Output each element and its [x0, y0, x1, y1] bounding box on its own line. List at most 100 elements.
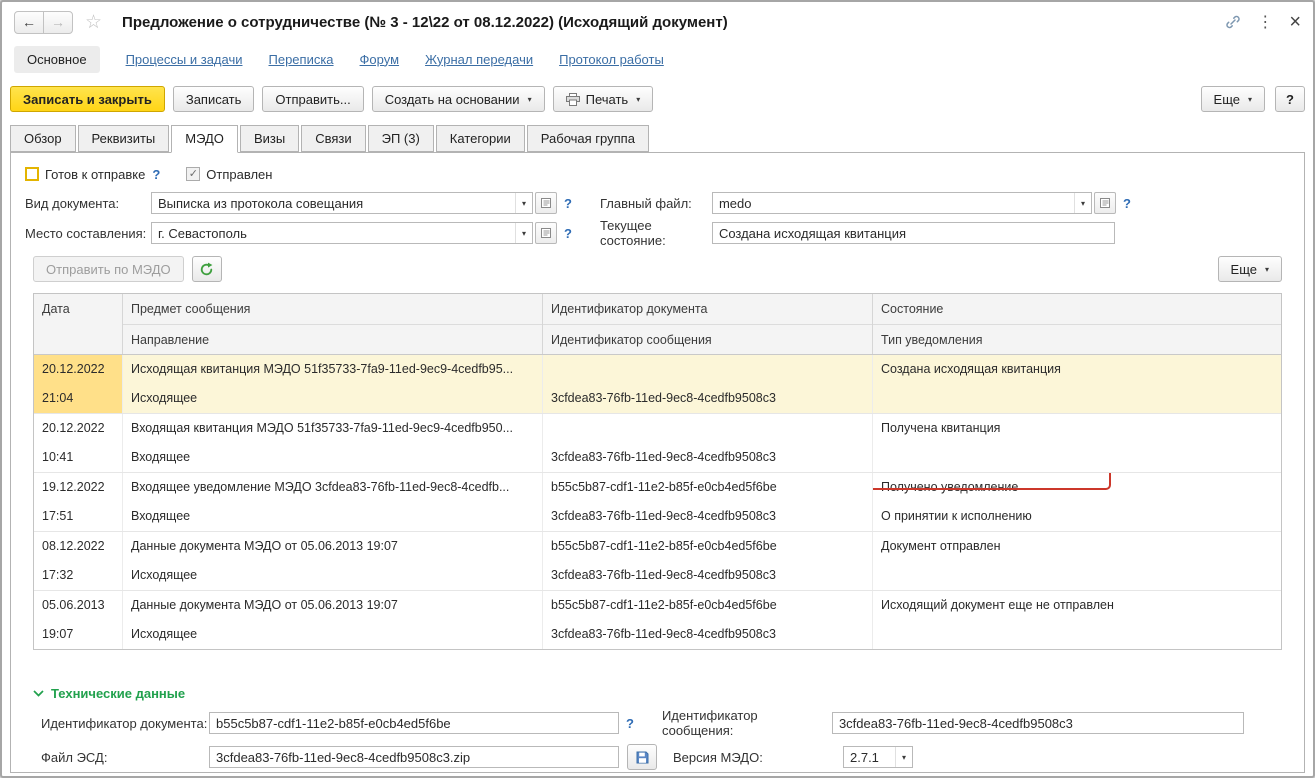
message-row[interactable]: 08.12.2022 17:32 Данные документа МЭДО о…: [34, 532, 1281, 591]
cell-state-value: Исходящий документ еще не отправлен: [881, 598, 1114, 612]
ready-to-send-checkbox[interactable]: [25, 167, 39, 181]
header-state[interactable]: Состояние Тип уведомления: [872, 294, 1281, 354]
cell-date[interactable]: 20.12.2022 10:41: [34, 414, 122, 472]
nav-link-transfer-log[interactable]: Журнал передачи: [425, 52, 533, 67]
medo-version-label: Версия МЭДО:: [673, 749, 763, 765]
ready-to-send-help[interactable]: ?: [152, 167, 160, 182]
cell-identifiers[interactable]: b55c5b87-cdf1-11e2-b85f-e0cb4ed5f6be 3cf…: [542, 591, 872, 649]
table-more-button[interactable]: Еще ▾: [1217, 256, 1282, 282]
chevron-down-icon[interactable]: ▾: [1073, 193, 1091, 213]
cell-date[interactable]: 05.06.2013 19:07: [34, 591, 122, 649]
tab-overview[interactable]: Обзор: [10, 125, 76, 152]
cell-state[interactable]: Получено уведомление О принятии к исполн…: [872, 473, 1281, 531]
place-open-button[interactable]: [535, 222, 557, 244]
tab-requisites[interactable]: Реквизиты: [77, 125, 170, 152]
chevron-down-icon[interactable]: ▾: [515, 193, 532, 213]
cell-date[interactable]: 08.12.2022 17:32: [34, 532, 122, 590]
create-based-label: Создать на основании: [384, 91, 520, 107]
cell-state-value: Документ отправлен: [881, 539, 1001, 553]
tech-msg-id-input[interactable]: 3cfdea83-76fb-11ed-9ec8-4cedfb9508c3: [831, 712, 1244, 734]
place-combo[interactable]: г. Севастополь ▾: [151, 222, 533, 244]
esd-file-label: Файл ЭСД:: [41, 749, 108, 765]
cell-identifiers[interactable]: 3cfdea83-76fb-11ed-9ec8-4cedfb9508c3: [542, 355, 872, 413]
link-icon[interactable]: [1225, 14, 1241, 30]
print-button[interactable]: Печать ▾: [552, 86, 654, 112]
cell-date[interactable]: 20.12.2022 21:04: [34, 355, 122, 413]
main-file-combo[interactable]: medo ▾: [711, 192, 1092, 214]
cell-subject[interactable]: Данные документа МЭДО от 05.06.2013 19:0…: [122, 591, 542, 649]
main-file-help[interactable]: ?: [1123, 196, 1131, 211]
esd-file-input[interactable]: 3cfdea83-76fb-11ed-9ec8-4cedfb9508c3.zip: [209, 746, 619, 768]
nav-link-forum[interactable]: Форум: [360, 52, 400, 67]
tab-medo[interactable]: МЭДО: [171, 125, 238, 153]
cell-state[interactable]: Документ отправлен: [872, 532, 1281, 590]
cell-identifiers[interactable]: b55c5b87-cdf1-11e2-b85f-e0cb4ed5f6be 3cf…: [542, 473, 872, 531]
more-button[interactable]: Еще ▾: [1200, 86, 1265, 112]
message-row[interactable]: 05.06.2013 19:07 Данные документа МЭДО о…: [34, 591, 1281, 649]
tab-visas[interactable]: Визы: [239, 125, 300, 152]
printer-icon: [565, 92, 580, 106]
close-button[interactable]: ×: [1289, 12, 1301, 32]
tab-signatures[interactable]: ЭП (3): [367, 125, 434, 152]
tech-doc-id-input[interactable]: b55c5b87-cdf1-11e2-b85f-e0cb4ed5f6be: [209, 712, 619, 734]
nav-link-correspondence[interactable]: Переписка: [269, 52, 334, 67]
forward-button[interactable]: →: [43, 10, 73, 34]
field-row-place: Место составления: г. Севастополь ▾ ? Те…: [25, 218, 1290, 248]
cell-identifiers[interactable]: b55c5b87-cdf1-11e2-b85f-e0cb4ed5f6be 3cf…: [542, 532, 872, 590]
header-subject-direction[interactable]: Предмет сообщения Направление: [122, 294, 542, 354]
tab-links[interactable]: Связи: [301, 125, 366, 152]
cell-state[interactable]: Создана исходящая квитанция: [872, 355, 1281, 413]
header-subject: Предмет сообщения: [131, 302, 251, 316]
sent-label: Отправлен: [206, 166, 273, 182]
save-button[interactable]: Записать: [172, 86, 255, 112]
cell-state-value: Получено уведомление: [881, 480, 1019, 494]
tab-working-group[interactable]: Рабочая группа: [526, 125, 649, 152]
back-button[interactable]: ←: [14, 10, 44, 34]
header-date[interactable]: Дата: [34, 294, 122, 354]
place-help[interactable]: ?: [564, 226, 572, 241]
medo-version-combo[interactable]: 2.7.1 ▾: [843, 746, 913, 768]
tech-doc-id-help[interactable]: ?: [626, 716, 634, 731]
doc-type-help[interactable]: ?: [564, 196, 572, 211]
message-row[interactable]: 19.12.2022 17:51 Входящее уведомление МЭ…: [34, 473, 1281, 532]
history-nav: ← →: [14, 10, 73, 34]
doc-type-open-button[interactable]: [535, 192, 557, 214]
cell-doc-id-value: [543, 414, 872, 443]
window-title: Предложение о сотрудничестве (№ 3 - 12\2…: [122, 13, 728, 31]
cell-subject[interactable]: Входящее уведомление МЭДО 3cfdea83-76fb-…: [122, 473, 542, 531]
create-based-button[interactable]: Создать на основании ▾: [371, 86, 545, 112]
message-row[interactable]: 20.12.2022 21:04 Исходящая квитанция МЭД…: [34, 355, 1281, 414]
cell-date[interactable]: 19.12.2022 17:51: [34, 473, 122, 531]
nav-link-processes[interactable]: Процессы и задачи: [126, 52, 243, 67]
message-row[interactable]: 20.12.2022 10:41 Входящая квитанция МЭДО…: [34, 414, 1281, 473]
nav-item-main[interactable]: Основное: [14, 45, 100, 73]
tech-section-toggle[interactable]: Технические данные: [33, 686, 1304, 701]
doc-type-combo[interactable]: Выписка из протокола совещания ▾: [151, 192, 533, 214]
save-close-button[interactable]: Записать и закрыть: [10, 86, 165, 112]
save-file-button[interactable]: [627, 744, 657, 770]
header-identifiers[interactable]: Идентификатор документа Идентификатор со…: [542, 294, 872, 354]
help-button[interactable]: ?: [1275, 86, 1305, 112]
cell-state[interactable]: Получена квитанция: [872, 414, 1281, 472]
cell-subject[interactable]: Исходящая квитанция МЭДО 51f35733-7fa9-1…: [122, 355, 542, 413]
favorite-star-icon[interactable]: ☆: [85, 11, 102, 34]
tab-categories[interactable]: Категории: [435, 125, 525, 152]
cell-subject[interactable]: Данные документа МЭДО от 05.06.2013 19:0…: [122, 532, 542, 590]
check-icon: ✓: [188, 167, 198, 180]
chevron-down-icon[interactable]: ▾: [895, 747, 912, 767]
current-state-field[interactable]: Создана исходящая квитанция: [711, 222, 1115, 244]
open-list-icon: [541, 228, 551, 238]
nav-link-work-protocol[interactable]: Протокол работы: [559, 52, 664, 67]
cell-state[interactable]: Исходящий документ еще не отправлен: [872, 591, 1281, 649]
cell-notif-value: [873, 620, 1281, 649]
menu-dots-icon[interactable]: ⋮: [1257, 12, 1273, 32]
main-file-open-button[interactable]: [1093, 192, 1116, 214]
refresh-button[interactable]: [191, 256, 222, 282]
send-button[interactable]: Отправить...: [262, 86, 364, 112]
chevron-down-icon[interactable]: ▾: [515, 223, 532, 243]
cell-identifiers[interactable]: 3cfdea83-76fb-11ed-9ec8-4cedfb9508c3: [542, 414, 872, 472]
cell-subject[interactable]: Входящая квитанция МЭДО 51f35733-7fa9-11…: [122, 414, 542, 472]
tech-section-title: Технические данные: [51, 686, 186, 701]
send-medo-button[interactable]: Отправить по МЭДО: [33, 256, 184, 282]
checkbox-row: Готов к отправке ? ✓ Отправлен: [25, 163, 1290, 185]
